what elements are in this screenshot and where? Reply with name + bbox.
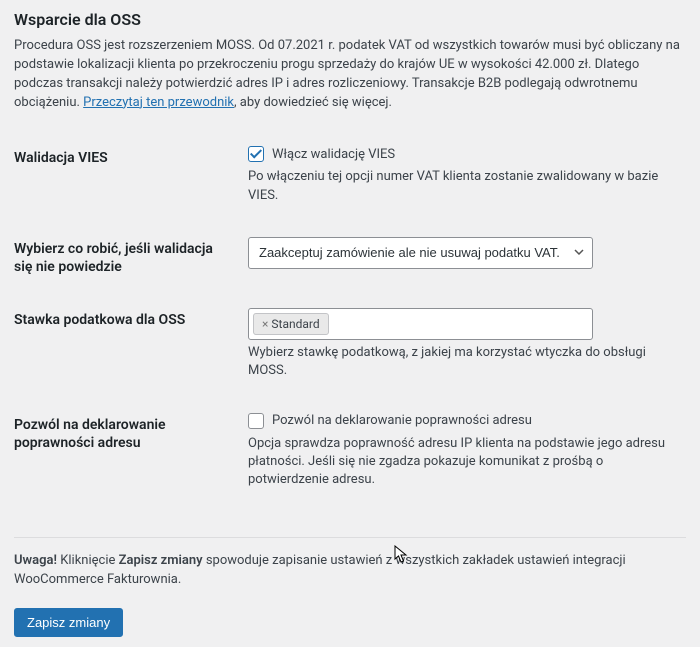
vies-label: Walidacja VIES: [14, 134, 244, 224]
rate-tag-input[interactable]: × Standard: [248, 308, 593, 340]
notice-bold-2: Zapisz zmiany: [119, 553, 203, 568]
address-declare-checkbox[interactable]: [248, 413, 264, 429]
fail-action-select[interactable]: Zaakceptuj zamówienie ale nie usuwaj pod…: [248, 237, 593, 269]
vies-checkbox-label: Włącz walidację VIES: [272, 147, 395, 162]
fail-action-label: Wybierz co robić, jeśli walidacja się ni…: [14, 225, 244, 296]
save-button[interactable]: Zapisz zmiany: [14, 608, 123, 637]
intro-text-2: , aby dowiedzieć się więcej.: [234, 95, 392, 110]
vies-checkbox[interactable]: [248, 146, 264, 162]
guide-link[interactable]: Przeczytaj ten przewodnik: [83, 95, 234, 110]
rate-label: Stawka podatkowa dla OSS: [14, 296, 244, 400]
address-declare-label: Pozwól na deklarowanie poprawności adres…: [14, 401, 244, 510]
notice-bold-1: Uwaga!: [14, 553, 57, 568]
settings-form: Walidacja VIES Włącz walidację VIES Po w…: [14, 134, 686, 509]
rate-description: Wybierz stawkę podatkową, z jakiej ma ko…: [248, 344, 686, 380]
notice-text-1: Kliknięcie: [57, 553, 119, 568]
save-notice: Uwaga! Kliknięcie Zapisz zmiany spowoduj…: [14, 537, 686, 590]
address-declare-description: Opcja sprawdza poprawność adresu IP klie…: [248, 435, 686, 490]
vies-description: Po włączeniu tej opcji numer VAT klienta…: [248, 168, 686, 204]
intro-paragraph: Procedura OSS jest rozszerzeniem MOSS. O…: [14, 37, 686, 112]
rate-tag[interactable]: × Standard: [253, 313, 329, 335]
rate-tag-label: Standard: [271, 317, 319, 331]
address-declare-checkbox-label: Pozwól na deklarowanie poprawności adres…: [272, 413, 532, 428]
remove-tag-icon[interactable]: ×: [262, 317, 268, 331]
section-heading: Wsparcie dla OSS: [14, 10, 686, 29]
